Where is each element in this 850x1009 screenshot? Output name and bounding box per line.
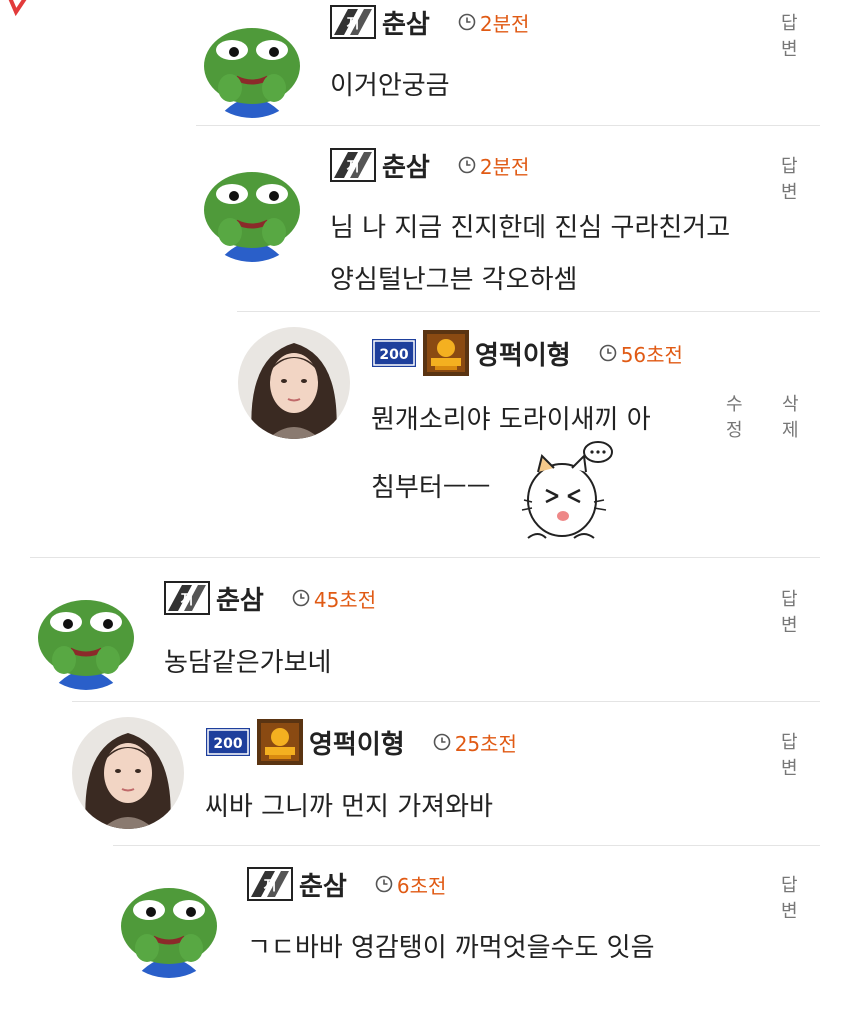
comment-time-text: 6초전	[396, 873, 447, 898]
pepe-frog-avatar[interactable]	[196, 150, 308, 262]
svg-text:저: 저	[347, 159, 360, 175]
clock-icon	[292, 589, 310, 607]
level-badge-icon: 200	[206, 728, 250, 756]
comment-divider	[237, 311, 820, 312]
comment-author[interactable]: 춘삼	[216, 580, 264, 617]
comment-divider	[72, 701, 820, 702]
delete-button[interactable]: 삭제	[782, 390, 799, 442]
comment-time-text: 2분전	[479, 154, 530, 179]
clock-icon	[433, 733, 450, 751]
pepe-frog-avatar[interactable]	[113, 866, 225, 978]
comment-text-line: 양심털난그븐 각오하셈	[330, 265, 578, 295]
comment-body: 침부터ㅡㅡ	[371, 462, 491, 514]
comment-time-text: 25초전	[454, 731, 517, 756]
clock-icon	[458, 13, 476, 31]
comment-body: 님 나 지금 진지한데 진심 구라친거고 양심털난그븐 각오하셈	[330, 202, 730, 306]
comment-author[interactable]: 춘삼	[382, 4, 430, 41]
rank-badge-icon: 저	[247, 867, 293, 901]
rank-badge-icon: 저	[330, 148, 376, 182]
comment-author[interactable]: 춘삼	[382, 147, 430, 184]
rank-emblem-icon	[257, 719, 303, 765]
comment-body: ㄱㄷ바바 영감탱이 까먹엇을수도 잇음	[247, 922, 655, 974]
svg-text:200: 200	[379, 347, 408, 363]
comment-author[interactable]: 영퍽이형	[475, 335, 571, 372]
clock-icon	[599, 344, 616, 362]
clock-icon	[375, 875, 393, 893]
comment-divider	[113, 845, 820, 846]
reply-button[interactable]: 답변	[781, 871, 798, 923]
level-badge-icon: 200	[372, 339, 416, 367]
comment-divider	[196, 125, 820, 126]
comment-time-text: 2분전	[479, 11, 530, 36]
comment-time: 2분전	[458, 8, 530, 37]
comment-author[interactable]: 춘삼	[299, 866, 347, 903]
reply-button[interactable]: 답변	[781, 9, 798, 61]
comment-divider	[30, 557, 820, 558]
comment-text-line: 농담같은가보네	[164, 648, 332, 678]
comment-time: 45초전	[292, 584, 376, 613]
comment-body: 씨바 그니까 먼지 가져와바	[205, 781, 493, 833]
comment-time: 2분전	[458, 151, 530, 180]
red-check-mark	[8, 0, 27, 17]
clock-icon	[458, 156, 476, 174]
comment-time: 6초전	[375, 870, 447, 899]
edit-button[interactable]: 수정	[726, 390, 743, 442]
svg-text:저: 저	[347, 16, 360, 32]
reply-button[interactable]: 답변	[781, 728, 798, 780]
comment-author[interactable]: 영퍽이형	[309, 724, 405, 761]
comment-text-line: 씨바 그니까 먼지 가져와바	[205, 792, 493, 822]
pepe-frog-avatar[interactable]	[30, 578, 142, 690]
comment-body: 농담같은가보네	[164, 637, 331, 689]
reply-button[interactable]: 답변	[781, 585, 798, 637]
comment-time-text: 45초전	[313, 587, 377, 612]
comment-text-line: ㄱㄷ바바 영감탱이 까먹엇을수도 잇음	[247, 933, 655, 963]
comment-text-line: 침부터ㅡㅡ	[371, 473, 491, 503]
comment-text-line: 님 나 지금 진지한데 진심 구라친거고	[330, 213, 731, 243]
pepe-frog-avatar[interactable]	[196, 6, 308, 118]
rank-badge-icon: 저	[330, 5, 376, 39]
reply-button[interactable]: 답변	[781, 152, 798, 204]
cat-emoticon-sticker	[521, 441, 613, 539]
comment-body: 이거안궁금	[330, 60, 450, 112]
user-photo-avatar[interactable]	[72, 717, 184, 829]
comment-time: 56초전	[599, 339, 683, 368]
comment-text-line: 이거안궁금	[330, 71, 450, 101]
comment-time-text: 56초전	[620, 342, 683, 367]
svg-text:저: 저	[264, 878, 277, 894]
comment-time: 25초전	[433, 728, 517, 757]
svg-text:저: 저	[181, 592, 194, 608]
rank-emblem-icon	[423, 330, 469, 376]
user-photo-avatar[interactable]	[238, 327, 350, 439]
rank-badge-icon: 저	[164, 581, 210, 615]
svg-text:200: 200	[213, 736, 242, 752]
